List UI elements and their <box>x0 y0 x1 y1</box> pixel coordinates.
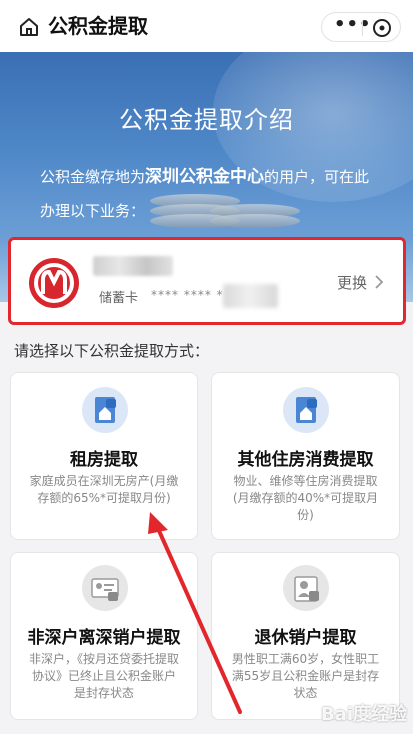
bank-logo <box>29 258 79 308</box>
rent-house-icon <box>82 387 128 433</box>
option-rent-withdrawal[interactable]: 租房提取 家庭成员在深圳无房产(月缴存额的65%*可提取月份) <box>10 372 198 540</box>
center-name: 深圳公积金中心 <box>145 167 265 187</box>
card-type: 储蓄卡 <box>99 291 139 306</box>
capsule-divider <box>362 20 363 36</box>
bank-card-row[interactable]: 储蓄卡 **** **** * 更换 <box>8 237 406 325</box>
option-other-housing-consumption[interactable]: 其他住房消费提取 物业、维修等住房消费提取(月缴存额的40%*可提取月份) <box>211 372 400 540</box>
option-retirement-closure[interactable]: 退休销户提取 男性职工满60岁，女性职工满55岁且公积金账户是封存状态 <box>211 552 400 720</box>
option-description: 家庭成员在深圳无房产(月缴存额的65%*可提取月份) <box>29 474 179 505</box>
masked-card-number <box>223 284 278 308</box>
page-title: 公积金提取 <box>48 14 148 38</box>
top-nav-bar: 公积金提取 ••• <box>0 0 413 52</box>
retirement-icon <box>283 565 329 611</box>
option-description: 物业、维修等住房消费提取(月缴存额的40%*可提取月份) <box>232 474 379 522</box>
option-description: 非深户，《按月还贷委托提取协议》已终止且公积金账户是封存状态 <box>28 652 179 700</box>
close-target-icon[interactable] <box>372 18 392 38</box>
section-prompt: 请选择以下公积金提取方式： <box>14 342 210 360</box>
card-number-mask: **** **** * <box>151 288 224 302</box>
option-non-resident-leave-closure[interactable]: 非深户离深销户提取 非深户，《按月还贷委托提取协议》已终止且公积金账户是封存状态 <box>10 552 198 720</box>
change-card-button[interactable]: 更换 <box>337 272 367 293</box>
home-icon[interactable] <box>18 16 40 38</box>
non-resident-leave-icon <box>82 565 128 611</box>
option-title: 租房提取 <box>70 450 138 470</box>
option-title: 其他住房消费提取 <box>237 450 374 470</box>
housing-consumption-icon <box>283 387 329 433</box>
more-menu-icon[interactable]: ••• <box>334 13 371 41</box>
option-description: 男性职工满60岁，女性职工满55岁且公积金账户是封存状态 <box>231 652 380 700</box>
mini-program-capsule: ••• <box>321 12 401 42</box>
banner-description: 公积金缴存地为深圳公积金中心的用户，可在此办理以下业务： <box>40 167 370 220</box>
masked-account-name <box>93 256 173 276</box>
option-title: 非深户离深销户提取 <box>27 628 181 648</box>
chevron-right-icon[interactable] <box>373 274 385 290</box>
option-title: 退休销户提取 <box>254 628 357 648</box>
watermark: Bai度经验 <box>320 704 407 725</box>
banner-title: 公积金提取介绍 <box>119 106 294 134</box>
